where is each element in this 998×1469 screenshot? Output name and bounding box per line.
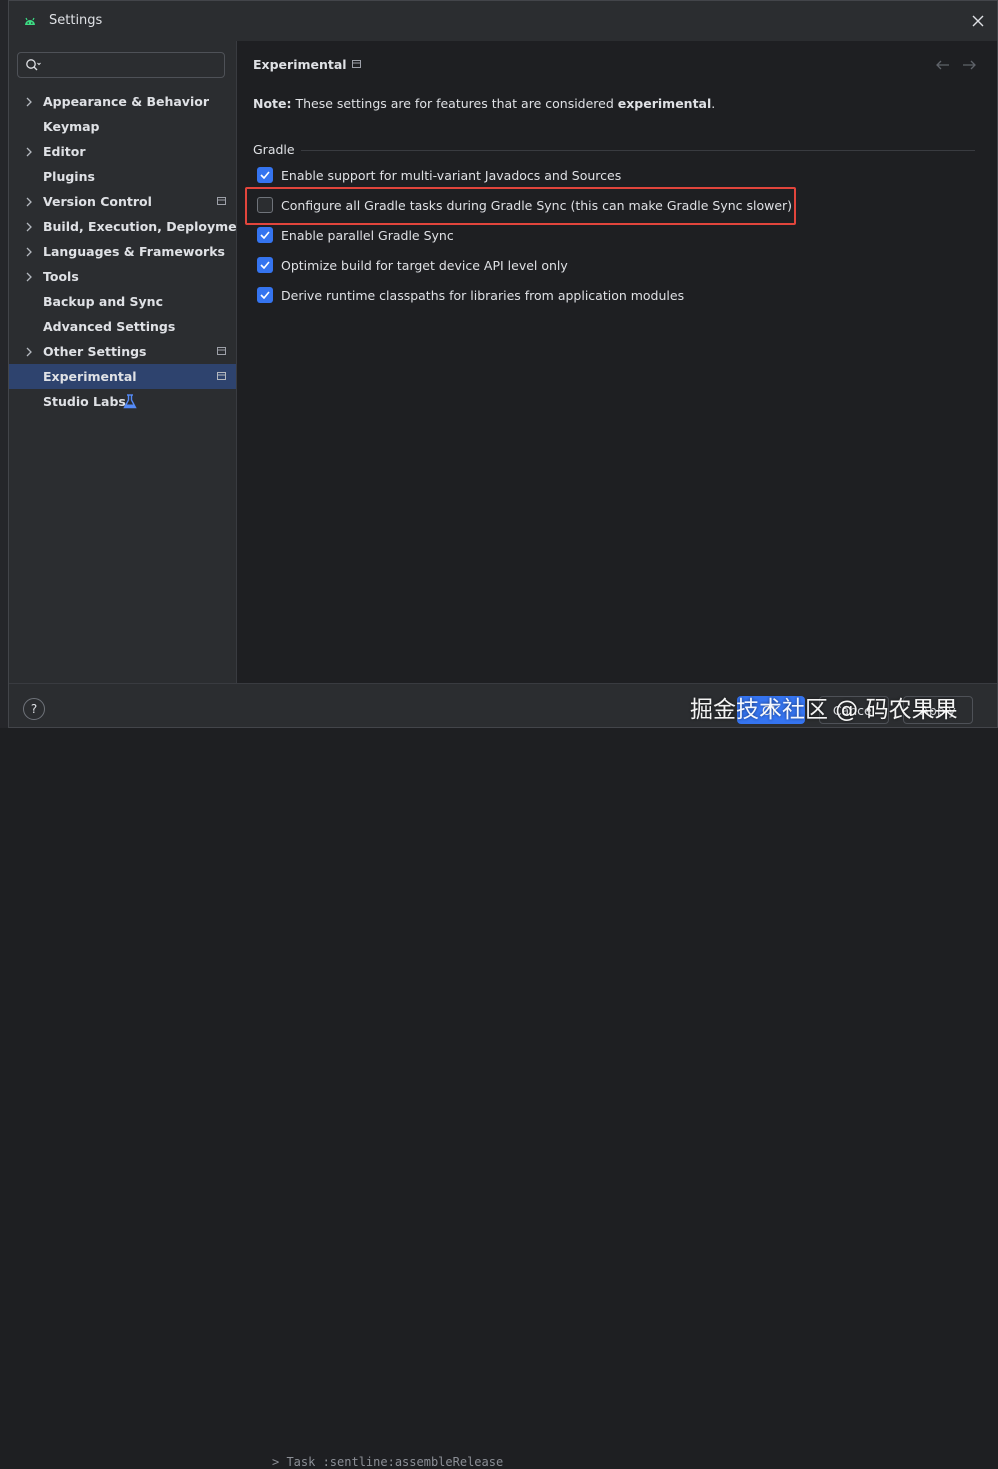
check-icon xyxy=(260,231,270,239)
option-configure-all-gradle-tasks[interactable]: Configure all Gradle tasks during Gradle… xyxy=(257,195,792,215)
project-scope-icon xyxy=(217,197,226,205)
option-label: Derive runtime classpaths for libraries … xyxy=(281,287,685,303)
tree-item-label: Backup and Sync xyxy=(43,294,163,309)
settings-tree: Appearance & Behavior Keymap Editor Plug… xyxy=(9,89,251,414)
ok-button[interactable]: OK xyxy=(737,696,805,724)
group-divider xyxy=(301,150,975,151)
tree-item-plugins[interactable]: Plugins xyxy=(9,164,236,189)
tree-item-label: Keymap xyxy=(43,119,100,134)
chevron-right-icon[interactable] xyxy=(25,197,33,207)
apply-button[interactable]: Apply xyxy=(903,696,973,724)
tree-item-label: Other Settings xyxy=(43,344,147,359)
option-parallel-gradle-sync[interactable]: Enable parallel Gradle Sync xyxy=(257,225,454,245)
tree-item-keymap[interactable]: Keymap xyxy=(9,114,236,139)
tree-item-tools[interactable]: Tools xyxy=(9,264,236,289)
tree-item-label: Studio Labs xyxy=(43,394,126,409)
close-button[interactable] xyxy=(967,10,989,32)
note-emphasis: experimental xyxy=(617,96,712,111)
tree-item-label: Appearance & Behavior xyxy=(43,94,209,109)
gradle-group-label: Gradle xyxy=(253,142,295,157)
tree-item-label: Experimental xyxy=(43,369,137,384)
option-multi-variant-javadocs[interactable]: Enable support for multi-variant Javadoc… xyxy=(257,165,621,185)
note-suffix: . xyxy=(711,96,716,111)
tree-item-label: Plugins xyxy=(43,169,95,184)
tree-item-label: Editor xyxy=(43,144,86,159)
chevron-right-icon[interactable] xyxy=(25,97,33,107)
help-icon: ? xyxy=(30,702,38,716)
android-icon xyxy=(25,17,35,25)
tree-item-languages-frameworks[interactable]: Languages & Frameworks xyxy=(9,239,236,264)
cancel-button[interactable]: Cancel xyxy=(819,696,889,724)
search-icon xyxy=(26,59,41,71)
checkbox-checked[interactable] xyxy=(257,227,273,243)
tree-item-experimental[interactable]: Experimental xyxy=(9,364,236,389)
tree-item-backup-sync[interactable]: Backup and Sync xyxy=(9,289,236,314)
tree-item-build-execution-deployment[interactable]: Build, Execution, Deployment xyxy=(9,214,251,239)
tree-item-editor[interactable]: Editor xyxy=(9,139,236,164)
arrow-left-icon[interactable] xyxy=(935,59,951,71)
settings-content: Experimental Note: These settings are fo… xyxy=(237,41,997,683)
flask-icon xyxy=(123,394,137,409)
check-icon xyxy=(260,291,270,299)
dialog-footer: ? OK Cancel Apply xyxy=(9,683,997,727)
experimental-note: Note: These settings are for features th… xyxy=(253,96,715,111)
checkbox-checked[interactable] xyxy=(257,287,273,303)
option-label: Optimize build for target device API lev… xyxy=(281,257,568,273)
tree-item-label: Advanced Settings xyxy=(43,319,176,334)
tree-item-advanced-settings[interactable]: Advanced Settings xyxy=(9,314,236,339)
checkbox-checked[interactable] xyxy=(257,167,273,183)
arrow-right-icon[interactable] xyxy=(961,59,977,71)
title-bar: Settings xyxy=(9,1,997,41)
settings-search-input[interactable] xyxy=(17,52,225,78)
option-label: Enable support for multi-variant Javadoc… xyxy=(281,167,622,183)
project-scope-icon xyxy=(217,347,226,355)
terminal-panel: > Task :sentline:assembleRelease xyxy=(0,728,998,1469)
close-icon xyxy=(972,15,984,27)
help-button[interactable]: ? xyxy=(23,698,45,720)
chevron-right-icon[interactable] xyxy=(25,222,33,232)
checkbox-checked[interactable] xyxy=(257,257,273,273)
settings-sidebar: Appearance & Behavior Keymap Editor Plug… xyxy=(9,41,251,683)
checkbox-unchecked[interactable] xyxy=(257,197,273,213)
terminal-line: > Task :sentline:assembleRelease xyxy=(272,1455,504,1469)
tree-item-label: Build, Execution, Deployment xyxy=(43,219,252,234)
project-scope-icon xyxy=(352,60,361,68)
option-label: Configure all Gradle tasks during Gradle… xyxy=(281,197,793,213)
tree-item-label: Tools xyxy=(43,269,79,284)
chevron-right-icon[interactable] xyxy=(25,347,33,357)
note-prefix: Note: xyxy=(253,96,292,111)
option-derive-runtime-classpaths[interactable]: Derive runtime classpaths for libraries … xyxy=(257,285,684,305)
tree-item-studio-labs[interactable]: Studio Labs xyxy=(9,389,236,414)
note-text: These settings are for features that are… xyxy=(291,96,618,111)
tree-item-label: Languages & Frameworks xyxy=(43,244,225,259)
check-icon xyxy=(260,261,270,269)
chevron-right-icon[interactable] xyxy=(25,272,33,282)
tree-item-label: Version Control xyxy=(43,194,152,209)
option-optimize-target-api[interactable]: Optimize build for target device API lev… xyxy=(257,255,568,275)
dialog-title: Settings xyxy=(49,13,103,28)
check-icon xyxy=(260,171,270,179)
tree-item-other-settings[interactable]: Other Settings xyxy=(9,339,236,364)
settings-dialog: Settings Appearance & Behavior Keymap Ed… xyxy=(8,0,998,728)
chevron-right-icon[interactable] xyxy=(25,147,33,157)
tree-item-appearance-behavior[interactable]: Appearance & Behavior xyxy=(9,89,236,114)
page-title: Experimental xyxy=(253,57,347,72)
tree-item-version-control[interactable]: Version Control xyxy=(9,189,236,214)
option-label: Enable parallel Gradle Sync xyxy=(281,227,454,243)
project-scope-icon xyxy=(217,372,226,380)
chevron-right-icon[interactable] xyxy=(25,247,33,257)
